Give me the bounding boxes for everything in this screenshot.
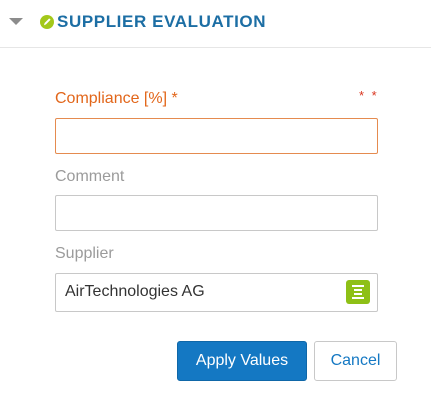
supplier-evaluation-panel: SUPPLIER EVALUATION Compliance [%] * * *… [0, 0, 431, 402]
caret-down-icon[interactable] [8, 15, 24, 27]
supplier-label: Supplier [55, 245, 114, 262]
cancel-button[interactable]: Cancel [314, 341, 397, 381]
pencil-circle-icon [40, 15, 54, 29]
section-header: SUPPLIER EVALUATION [0, 0, 431, 48]
compliance-input[interactable] [55, 118, 378, 154]
comment-label: Comment [55, 168, 125, 185]
comment-input[interactable] [55, 195, 378, 231]
apply-values-button[interactable]: Apply Values [177, 341, 307, 381]
list-icon[interactable] [346, 280, 370, 304]
required-marker: * * [359, 88, 379, 103]
supplier-field[interactable]: AirTechnologies AG [55, 273, 378, 312]
section-title: SUPPLIER EVALUATION [57, 12, 267, 31]
compliance-label: Compliance [%] * [55, 90, 178, 107]
supplier-value: AirTechnologies AG [65, 283, 205, 300]
